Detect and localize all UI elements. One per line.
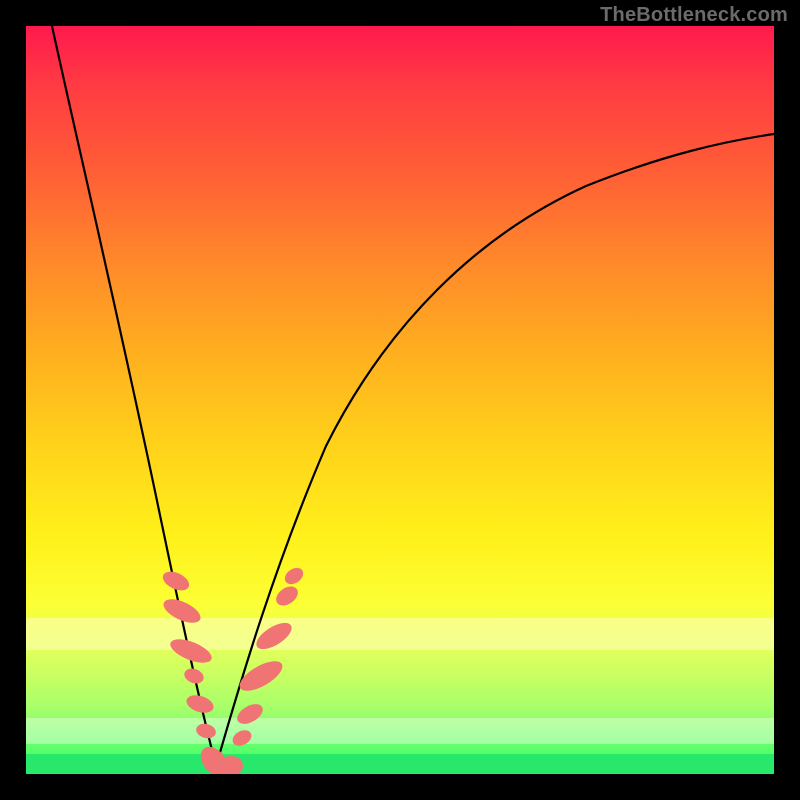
bead-marker — [230, 727, 254, 749]
bead-marker — [282, 565, 306, 588]
bead-marker — [195, 722, 218, 741]
bead-cluster — [26, 26, 774, 774]
watermark-text: TheBottleneck.com — [600, 4, 788, 27]
bead-marker — [182, 666, 206, 686]
bead-marker — [167, 634, 215, 667]
bead-marker — [234, 700, 266, 728]
bead-marker — [160, 568, 192, 594]
bead-marker — [235, 655, 287, 696]
bead-marker — [184, 692, 216, 716]
bead-marker — [160, 594, 204, 627]
chart-frame — [26, 26, 774, 774]
bead-marker — [273, 583, 302, 610]
bead-marker — [252, 618, 295, 654]
